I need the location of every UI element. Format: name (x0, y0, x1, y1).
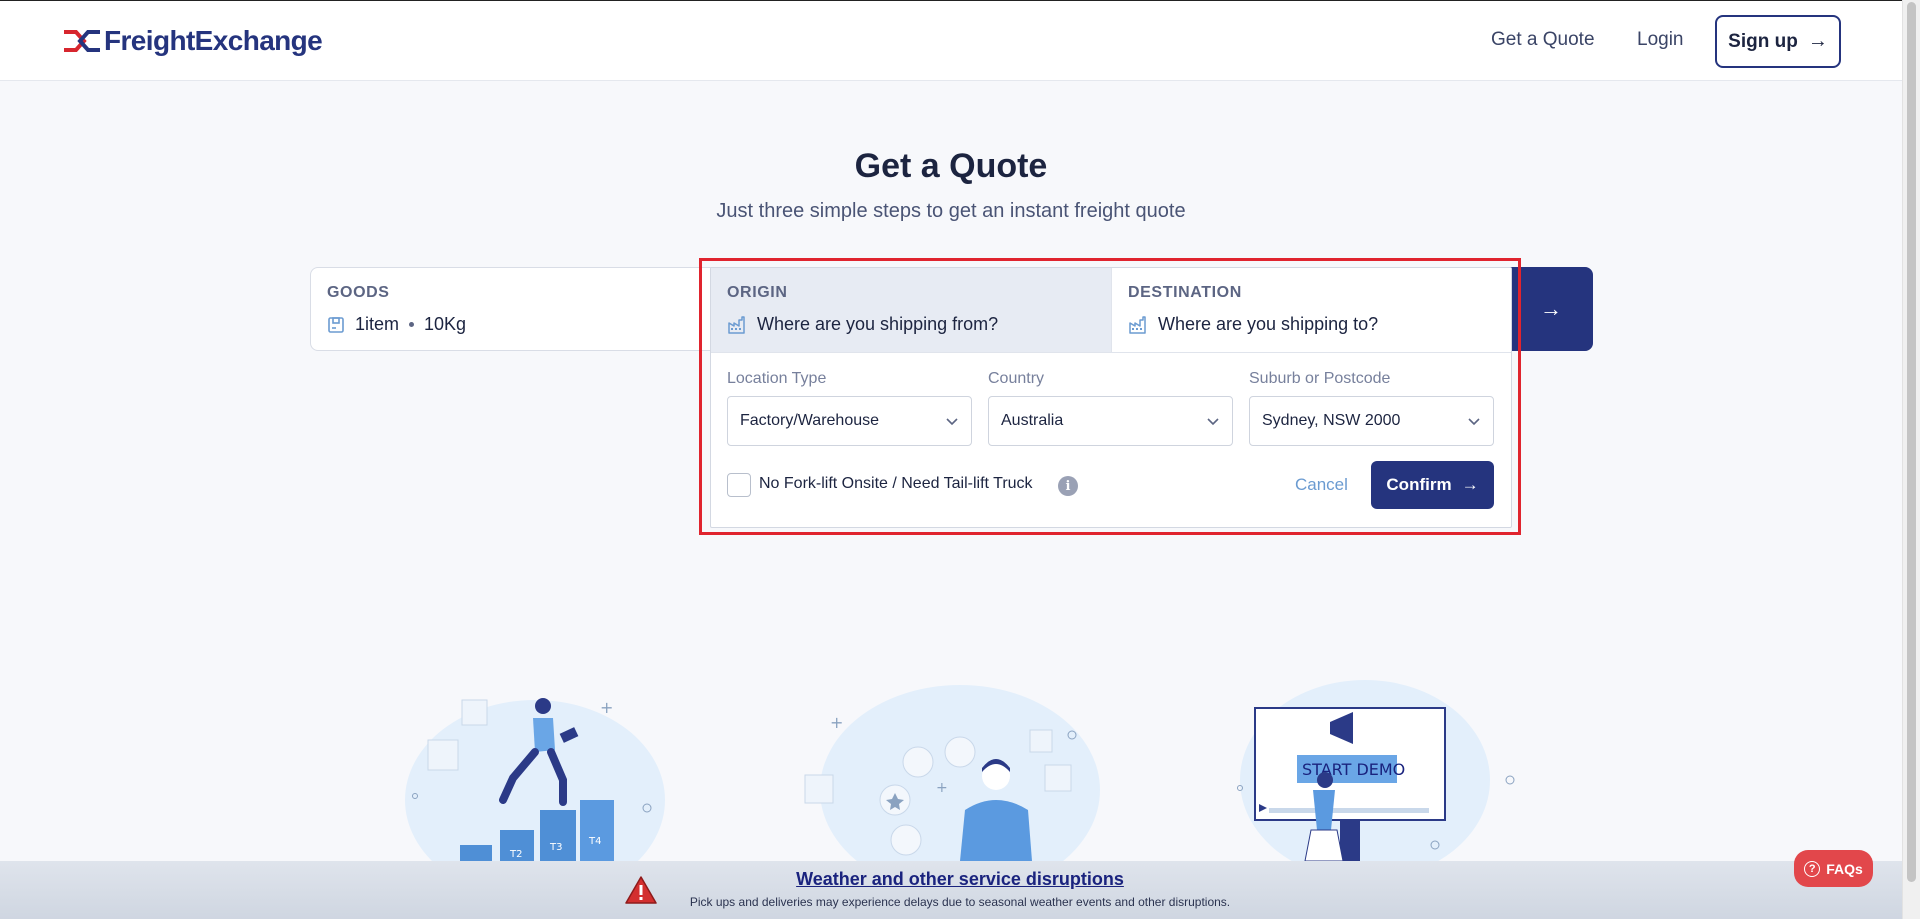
origin-placeholder: Where are you shipping from? (757, 314, 999, 334)
step-t4: T4 (588, 836, 601, 847)
forklift-label[interactable]: No Fork-lift Onsite / Need Tail-lift Tru… (759, 475, 1033, 493)
support-illustration: + + (804, 685, 1100, 861)
nav-login[interactable]: Login (1637, 29, 1684, 51)
banner-title-link[interactable]: Weather and other service disruptions (0, 869, 1920, 890)
country-label: Country (988, 370, 1045, 387)
info-icon[interactable]: i (1058, 476, 1078, 496)
origin-panel: ORIGIN Where are you shipping from? DEST… (710, 267, 1512, 528)
destination-tab[interactable]: DESTINATION Where are you shipping to? (1111, 268, 1511, 352)
location-type-label: Location Type (727, 370, 827, 387)
page-scrollbar[interactable] (1902, 0, 1920, 919)
page-subtitle: Just three simple steps to get an instan… (716, 200, 1186, 222)
faqs-button[interactable]: ? FAQs (1794, 850, 1873, 887)
destination-value: Where are you shipping to? (1128, 314, 1378, 335)
location-type-value: Factory/Warehouse (740, 412, 880, 429)
demo-illustration: START DEMO (1237, 680, 1515, 861)
help-icon: ? (1804, 860, 1821, 877)
chevron-down-icon (1207, 418, 1219, 426)
start-demo-label: START DEMO (1302, 760, 1405, 779)
chevron-down-icon (1468, 418, 1480, 426)
factory-icon (728, 315, 745, 334)
arrow-right-icon: → (1540, 296, 1562, 321)
goods-segment[interactable]: GOODS 1item 10Kg (311, 268, 711, 350)
suburb-select[interactable]: Sydney, NSW 2000 (1249, 396, 1494, 446)
arrow-right-icon: → (1461, 475, 1479, 494)
country-select[interactable]: Australia (988, 396, 1233, 446)
panel-divider (711, 352, 1511, 353)
banner-text: Pick ups and deliveries may experience d… (689, 895, 1231, 909)
get-quote-arrow-button[interactable]: → (1509, 267, 1593, 351)
faqs-label: FAQs (1826, 860, 1863, 877)
destination-label: DESTINATION (1128, 284, 1242, 301)
suburb-label: Suburb or Postcode (1249, 370, 1391, 387)
svg-text:+: + (936, 780, 948, 796)
location-type-select[interactable]: Factory/Warehouse (727, 396, 972, 446)
box-icon (328, 316, 344, 333)
origin-value: Where are you shipping from? (727, 314, 998, 335)
cancel-button[interactable]: Cancel (1295, 475, 1348, 495)
site-header: FreightExchange Get a Quote Login Sign u… (0, 1, 1902, 81)
confirm-button[interactable]: Confirm → (1371, 461, 1494, 509)
svg-text:+: + (830, 713, 843, 732)
steps-illustration: + T2 T3 T4 (405, 698, 665, 861)
logo-text: FreightExchange (104, 25, 323, 56)
confirm-label: Confirm (1386, 475, 1452, 494)
logo-arrows-icon (64, 30, 100, 52)
forklift-checkbox[interactable] (727, 473, 751, 497)
step-t3: T3 (549, 842, 562, 853)
arrow-right-icon: → (1807, 30, 1828, 52)
goods-summary: 1item 10Kg (327, 314, 466, 335)
goods-weight: 10Kg (424, 314, 467, 334)
service-disruption-banner: Weather and other service disruptions Pi… (0, 861, 1902, 919)
origin-label: ORIGIN (727, 284, 788, 301)
origin-tab[interactable]: ORIGIN Where are you shipping from? (711, 268, 1111, 352)
freightexchange-logo[interactable]: FreightExchange (62, 23, 323, 59)
goods-items: 1item (355, 314, 400, 334)
nav-get-a-quote[interactable]: Get a Quote (1491, 29, 1595, 51)
scrollbar-thumb[interactable] (1907, 2, 1916, 882)
destination-placeholder: Where are you shipping to? (1158, 314, 1379, 334)
suburb-value: Sydney, NSW 2000 (1262, 412, 1401, 429)
svg-text:+: + (600, 698, 613, 717)
step-t2: T2 (509, 849, 522, 860)
goods-label: GOODS (327, 284, 390, 301)
sign-up-button[interactable]: Sign up → (1715, 15, 1841, 68)
sign-up-label: Sign up (1728, 30, 1798, 52)
page-title: Get a Quote (854, 147, 1048, 185)
separator-dot (409, 322, 415, 327)
factory-icon (1129, 315, 1146, 334)
chevron-down-icon (946, 418, 958, 426)
country-value: Australia (1001, 412, 1064, 429)
